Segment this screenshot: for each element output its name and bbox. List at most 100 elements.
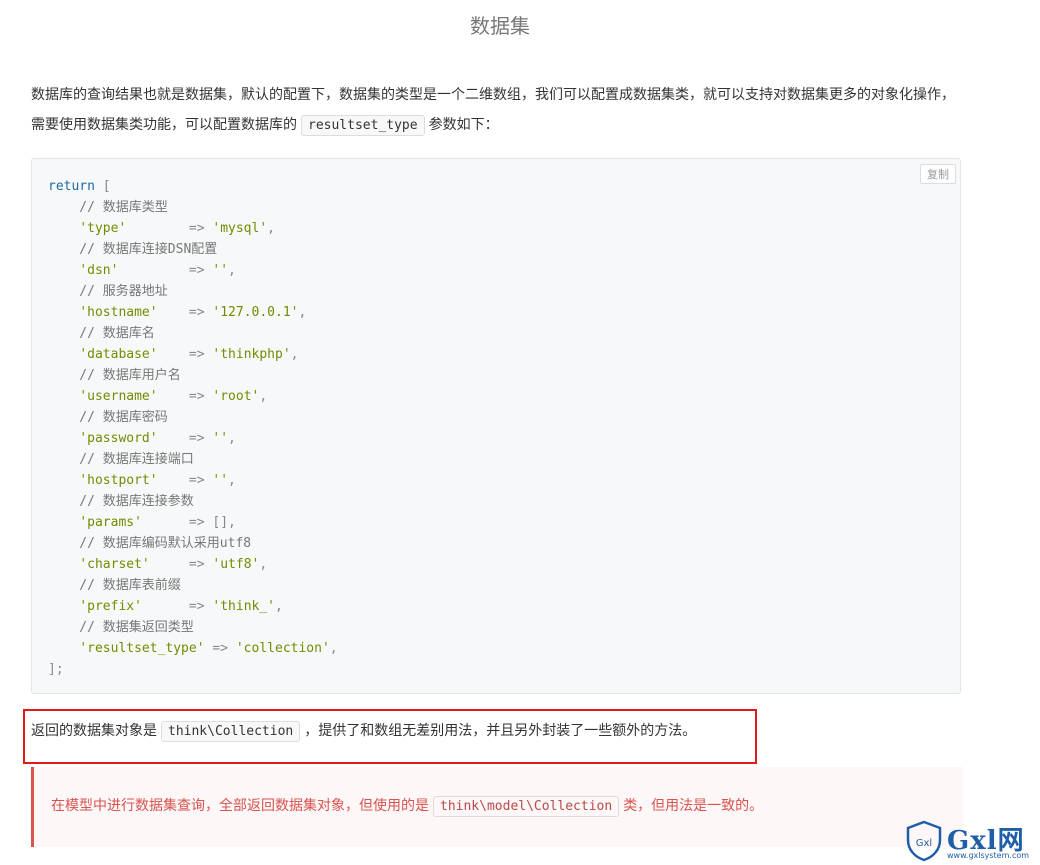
code-entry-line: 'resultset_type' => 'collection',	[48, 638, 338, 659]
result-text-after: ，提供了和数组无差别用法，并且另外封装了一些额外的方法。	[304, 723, 697, 739]
arrow-operator: =>	[157, 473, 213, 488]
code-comment: // 数据库连接端口	[48, 452, 194, 467]
code-comment-line: // 数据库类型	[48, 197, 338, 218]
shield-text: Gxl	[916, 838, 932, 849]
arrow-operator: =>	[204, 641, 236, 656]
result-text-before: 返回的数据集对象是	[31, 723, 157, 739]
arrow-operator: =>	[141, 599, 213, 614]
shield-icon: Gxl	[906, 820, 942, 862]
config-value: 'collection'	[235, 641, 330, 656]
config-entries: // 数据库类型 'type' => 'mysql', // 数据库连接DSN配…	[48, 197, 338, 659]
config-value: ''	[212, 431, 229, 446]
code-entry-line: 'database' => 'thinkphp',	[48, 344, 338, 365]
code-entry-line: 'hostname' => '127.0.0.1',	[48, 302, 338, 323]
config-value: 'root'	[212, 389, 260, 404]
code-content: return [ // 数据库类型 'type' => 'mysql', // …	[48, 176, 338, 680]
inline-code-model-collection: think\model\Collection	[433, 796, 620, 817]
code-comment: // 数据库类型	[48, 200, 168, 215]
return-keyword: return	[48, 179, 95, 194]
alert-danger: 在模型中进行数据集查询，全部返回数据集对象，但使用的是 think\model\C…	[31, 767, 963, 847]
intro-text-after: 参数如下：	[428, 117, 499, 133]
code-comment-line: // 服务器地址	[48, 281, 338, 302]
alert-text-after: 类，但用法是一致的。	[623, 798, 764, 814]
code-entry-line: 'username' => 'root',	[48, 386, 338, 407]
code-comment-line: // 数据库密码	[48, 407, 338, 428]
code-entry-line: 'params' => [],	[48, 512, 338, 533]
code-comment: // 服务器地址	[48, 284, 168, 299]
arrow-operator: =>	[157, 347, 213, 362]
code-comment: // 数据集返回类型	[48, 620, 194, 635]
comma: ,	[228, 515, 236, 530]
config-key: 'charset'	[79, 557, 150, 572]
code-comment-line: // 数据库表前缀	[48, 575, 338, 596]
code-comment-line: // 数据库用户名	[48, 365, 338, 386]
config-key: 'prefix'	[79, 599, 142, 614]
config-key: 'password'	[79, 431, 158, 446]
site-logo: Gxl Gxl网 www.gxlsystem.com	[905, 820, 1035, 862]
config-key: 'params'	[79, 515, 142, 530]
arrow-operator: =>	[157, 431, 213, 446]
result-paragraph: 返回的数据集对象是 think\Collection ，提供了和数组无差别用法，并且…	[31, 716, 696, 747]
config-key: 'database'	[79, 347, 158, 362]
config-value: 'think_'	[212, 599, 276, 614]
config-key: 'hostport'	[79, 473, 158, 488]
config-value: []	[212, 515, 229, 530]
config-value: 'thinkphp'	[212, 347, 291, 362]
comma: ,	[228, 263, 236, 278]
comma: ,	[259, 557, 268, 572]
config-key: 'type'	[79, 221, 127, 236]
logo-url: www.gxlsystem.com	[947, 851, 1030, 860]
arrow-operator: =>	[157, 389, 213, 404]
code-entry-line: 'hostport' => '',	[48, 470, 338, 491]
page-title: 数据集	[470, 14, 530, 38]
code-comment-line: // 数据库编码默认采用utf8	[48, 533, 338, 554]
comma: ,	[267, 221, 275, 236]
code-comment: // 数据库密码	[48, 410, 168, 425]
arrow-operator: =>	[126, 221, 213, 236]
code-comment-line: // 数据库连接参数	[48, 491, 338, 512]
close-bracket: ];	[48, 662, 64, 677]
arrow-operator: =>	[141, 515, 213, 530]
inline-code-collection: think\Collection	[161, 721, 301, 742]
comma: ,	[259, 389, 268, 404]
comma: ,	[228, 431, 236, 446]
code-comment: // 数据库用户名	[48, 368, 181, 383]
code-entry-line: 'password' => '',	[48, 428, 338, 449]
arrow-operator: =>	[157, 305, 213, 320]
code-block: 复制 return [ // 数据库类型 'type' => 'mysql', …	[31, 158, 961, 694]
code-comment-line: // 数据库名	[48, 323, 338, 344]
code-comment: // 数据库名	[48, 326, 155, 341]
arrow-operator: =>	[118, 263, 213, 278]
intro-paragraph: 数据库的查询结果也就是数据集，默认的配置下，数据集的类型是一个二维数组，我们可以…	[31, 80, 966, 141]
code-comment-line: // 数据库连接端口	[48, 449, 338, 470]
comma: ,	[275, 599, 283, 614]
arrow-operator: =>	[149, 557, 213, 572]
config-value: '127.0.0.1'	[212, 305, 299, 320]
comma: ,	[290, 347, 299, 362]
code-line-return: return [	[48, 176, 338, 197]
code-comment: // 数据库连接参数	[48, 494, 194, 509]
code-entry-line: 'type' => 'mysql',	[48, 218, 338, 239]
code-entry-line: 'prefix' => 'think_',	[48, 596, 338, 617]
config-value: 'mysql'	[212, 221, 268, 236]
config-value: ''	[212, 473, 229, 488]
config-key: 'hostname'	[79, 305, 158, 320]
code-entry-line: 'dsn' => '',	[48, 260, 338, 281]
alert-text-before: 在模型中进行数据集查询，全部返回数据集对象，但使用的是	[51, 798, 429, 814]
config-value: ''	[212, 263, 229, 278]
config-key: 'username'	[79, 389, 158, 404]
code-comment: // 数据库连接DSN配置	[48, 242, 218, 257]
inline-code-resultset-type: resultset_type	[301, 115, 425, 136]
comma: ,	[329, 641, 338, 656]
config-key: 'dsn'	[79, 263, 119, 278]
open-bracket: [	[94, 179, 111, 194]
copy-button[interactable]: 复制	[920, 164, 956, 184]
config-value: 'utf8'	[212, 557, 260, 572]
alert-text: 在模型中进行数据集查询，全部返回数据集对象，但使用的是 think\model\C…	[51, 791, 763, 822]
code-comment-line: // 数据库连接DSN配置	[48, 239, 338, 260]
code-comment: // 数据库编码默认采用utf8	[48, 536, 252, 551]
code-comment: // 数据库表前缀	[48, 578, 181, 593]
comma: ,	[228, 473, 236, 488]
code-entry-line: 'charset' => 'utf8',	[48, 554, 338, 575]
comma: ,	[298, 305, 307, 320]
